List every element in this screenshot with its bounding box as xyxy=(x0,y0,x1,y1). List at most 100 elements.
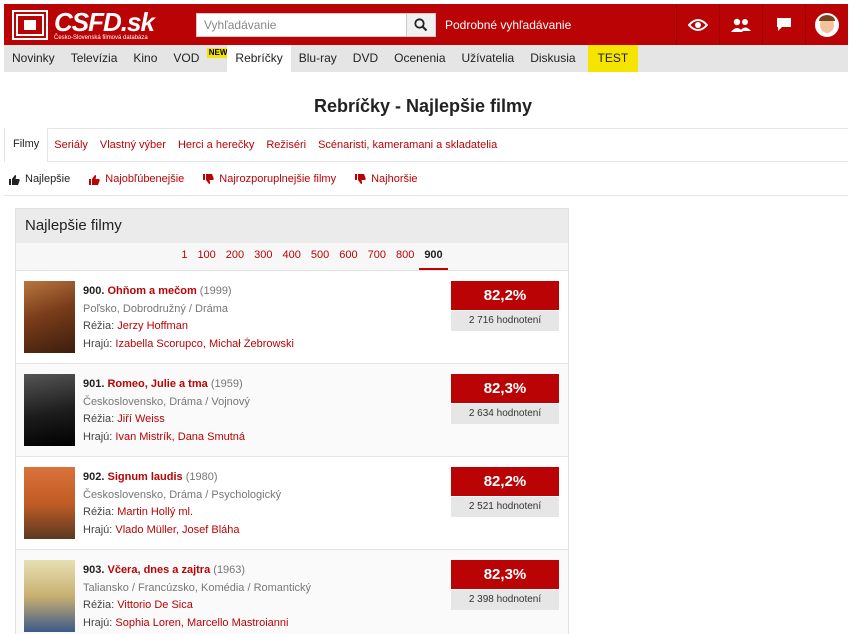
cast-links[interactable]: Izabella Scorupco, Michał Żebrowski xyxy=(115,338,294,350)
page-link[interactable]: 300 xyxy=(249,242,277,270)
page-link[interactable]: 1 xyxy=(176,242,192,270)
site-logo[interactable]: CSFD.sk Česko-Slovenská filmová databáza xyxy=(12,7,155,42)
page-link[interactable]: 200 xyxy=(221,242,249,270)
film-rating: 82,2% xyxy=(451,467,559,496)
top-bar: CSFD.sk Česko-Slovenská filmová databáza… xyxy=(4,4,848,45)
box-title: Najlepšie filmy xyxy=(16,209,568,243)
tab-herci[interactable]: Herci a herečky xyxy=(172,129,260,161)
nav-vod-label: VOD xyxy=(173,51,200,65)
page-link[interactable]: 600 xyxy=(334,242,362,270)
cast-links[interactable]: Sophia Loren, Marcello Mastroianni xyxy=(115,617,288,629)
tab-scenaristi[interactable]: Scénaristi, kameramani a skladatelia xyxy=(312,129,503,161)
tab-reziseri[interactable]: Režiséri xyxy=(260,129,312,161)
page-link-active[interactable]: 900 xyxy=(419,242,448,270)
cast-links[interactable]: Vlado Müller, Josef Bláha xyxy=(115,524,239,536)
nav-vod[interactable]: VOD NEW xyxy=(165,45,230,72)
page-title: Rebríčky - Najlepšie filmy xyxy=(313,96,533,116)
tab-serialy[interactable]: Seriály xyxy=(48,129,94,161)
messages-button[interactable] xyxy=(762,4,805,45)
film-poster[interactable] xyxy=(24,467,75,539)
ranking-subtabs: Najlepšie Najobľúbenejšie Najrozporuplne… xyxy=(4,163,848,196)
director-link[interactable]: Martin Hollý ml. xyxy=(117,506,193,518)
nav-kino[interactable]: Kino xyxy=(125,45,165,72)
watchlist-button[interactable] xyxy=(676,4,719,45)
film-origin: Poľsko, Dobrodružný / Dráma xyxy=(83,302,229,315)
film-row: 901. Romeo, Julie a tma (1959) Českoslov… xyxy=(16,364,568,457)
film-list: 900. Ohňom a mečom (1999) Poľsko, Dobrod… xyxy=(16,271,568,634)
film-row: 902. Signum laudis (1980) Československo… xyxy=(16,457,568,550)
film-title-link[interactable]: Romeo, Julie a tma xyxy=(107,378,207,390)
nav-dvd[interactable]: DVD xyxy=(345,45,386,72)
page-link[interactable]: 100 xyxy=(192,242,220,270)
director-link[interactable]: Vittorio De Sica xyxy=(117,599,193,611)
subtab-najlepsie[interactable]: Najlepšie xyxy=(8,173,70,185)
subtab-label: Najlepšie xyxy=(25,173,71,185)
cast-label: Hrajú: xyxy=(83,523,113,536)
film-row: 900. Ohňom a mečom (1999) Poľsko, Dobrod… xyxy=(16,271,568,364)
film-title-link[interactable]: Včera, dnes a zajtra xyxy=(107,564,210,576)
nav-test[interactable]: TEST xyxy=(587,45,639,72)
nav-bluray[interactable]: Blu-ray xyxy=(291,45,345,72)
eye-icon xyxy=(688,18,708,31)
subtab-label: Najhoršie xyxy=(371,173,418,185)
film-votes: 2 634 hodnotení xyxy=(451,404,559,424)
film-poster[interactable] xyxy=(24,560,75,632)
film-title-link[interactable]: Ohňom a mečom xyxy=(107,285,196,297)
thumb-down-icon xyxy=(355,173,366,184)
film-votes: 2 716 hodnotení xyxy=(451,311,559,331)
film-votes: 2 398 hodnotení xyxy=(451,590,559,610)
subtab-najrozporuplnejsie[interactable]: Najrozporuplnejšie filmy xyxy=(202,173,336,185)
advanced-search-link[interactable]: Podrobné vyhľadávanie xyxy=(445,18,571,32)
nav-diskusia[interactable]: Diskusia xyxy=(522,45,583,72)
subtab-label: Najrozporuplnejšie filmy xyxy=(219,173,337,185)
nav-uzivatelia[interactable]: Užívatelia xyxy=(454,45,523,72)
profile-button[interactable] xyxy=(805,4,848,45)
nav-ocenenia[interactable]: Ocenenia xyxy=(386,45,453,72)
cast-label: Hrajú: xyxy=(83,430,113,443)
logo-subtitle: Česko-Slovenská filmová databáza xyxy=(54,35,148,41)
film-rank: 900. xyxy=(83,285,105,297)
film-origin: Československo, Dráma / Psychologický xyxy=(83,488,282,501)
film-rank: 901. xyxy=(83,378,105,390)
tab-vlastny-vyber[interactable]: Vlastný výber xyxy=(94,129,172,161)
cast-label: Hrajú: xyxy=(83,616,113,629)
film-votes: 2 521 hodnotení xyxy=(451,497,559,517)
thumb-up-icon xyxy=(9,174,20,185)
film-rating: 82,3% xyxy=(451,374,559,403)
film-rating: 82,3% xyxy=(451,560,559,589)
director-label: Réžia: xyxy=(83,599,115,611)
film-title-link[interactable]: Signum laudis xyxy=(107,471,182,483)
category-tabs: Filmy Seriály Vlastný výber Herci a here… xyxy=(4,128,848,162)
cast-label: Hrajú: xyxy=(83,337,113,350)
cast-links[interactable]: Ivan Mistrík, Dana Smutná xyxy=(115,431,245,443)
nav-televizia[interactable]: Televízia xyxy=(63,45,126,72)
page-link[interactable]: 700 xyxy=(363,242,391,270)
nav-novinky[interactable]: Novinky xyxy=(4,45,63,72)
search-button[interactable] xyxy=(406,13,436,37)
director-label: Réžia: xyxy=(83,320,115,332)
film-poster[interactable] xyxy=(24,281,75,353)
director-label: Réžia: xyxy=(83,506,115,518)
film-year: (1963) xyxy=(213,564,246,576)
tab-filmy[interactable]: Filmy xyxy=(4,128,49,162)
nav-rebricky[interactable]: Rebríčky xyxy=(227,45,291,72)
logo-text: CSFD.sk xyxy=(54,7,155,37)
search-icon xyxy=(414,18,428,32)
page-link[interactable]: 500 xyxy=(306,242,334,270)
subtab-najhorsie[interactable]: Najhoršie xyxy=(354,173,418,185)
director-link[interactable]: Jiří Weiss xyxy=(117,413,164,425)
friends-button[interactable] xyxy=(719,4,762,45)
page-link[interactable]: 400 xyxy=(278,242,306,270)
film-rating: 82,2% xyxy=(451,281,559,310)
chat-icon xyxy=(777,18,791,31)
users-icon xyxy=(731,18,751,32)
film-poster[interactable] xyxy=(24,374,75,446)
main-nav: Novinky Televízia Kino VOD NEW Rebríčky B… xyxy=(4,45,848,72)
film-rank: 902. xyxy=(83,471,105,483)
film-year: (1980) xyxy=(185,471,218,483)
subtab-najoblubenejsie[interactable]: Najobľúbenejšie xyxy=(88,173,184,185)
page-link[interactable]: 800 xyxy=(391,242,419,270)
director-link[interactable]: Jerzy Hoffman xyxy=(117,320,188,332)
search-input[interactable] xyxy=(196,13,406,37)
film-rank: 903. xyxy=(83,564,105,576)
